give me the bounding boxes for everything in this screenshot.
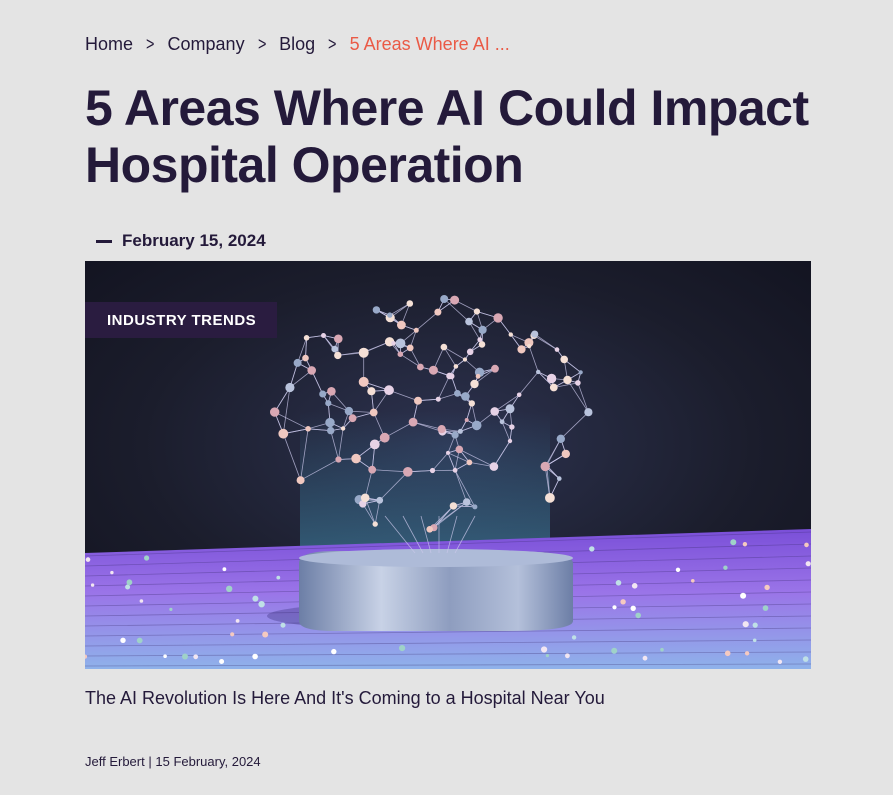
breadcrumb-company-link[interactable]: Company — [168, 34, 245, 55]
breadcrumb: Home > Company > Blog > 5 Areas Where AI… — [85, 34, 510, 55]
breadcrumb-home-link[interactable]: Home — [85, 34, 133, 55]
page-title: 5 Areas Where AI Could Impact Hospital O… — [85, 80, 809, 193]
hero-image[interactable]: INDUSTRY TRENDS — [85, 261, 811, 669]
dash-icon — [96, 239, 112, 243]
breadcrumb-current: 5 Areas Where AI ... — [349, 34, 510, 54]
byline-separator: | — [148, 754, 152, 769]
article-subtitle: The AI Revolution Is Here And It's Comin… — [85, 688, 605, 708]
chevron-right-icon: > — [146, 34, 155, 54]
chevron-right-icon: > — [328, 34, 337, 54]
author-name[interactable]: Jeff Erbert — [85, 754, 145, 769]
breadcrumb-blog-link[interactable]: Blog — [279, 34, 315, 55]
article-byline: Jeff Erbert | 15 February, 2024 — [85, 754, 261, 769]
category-badge[interactable]: INDUSTRY TRENDS — [85, 302, 278, 338]
publish-date-line: February 15, 2024 — [96, 231, 266, 251]
chevron-right-icon: > — [257, 34, 267, 54]
publish-date: February 15, 2024 — [122, 231, 266, 250]
pedestal-top — [299, 549, 573, 567]
byline-date: 15 February, 2024 — [155, 754, 261, 769]
